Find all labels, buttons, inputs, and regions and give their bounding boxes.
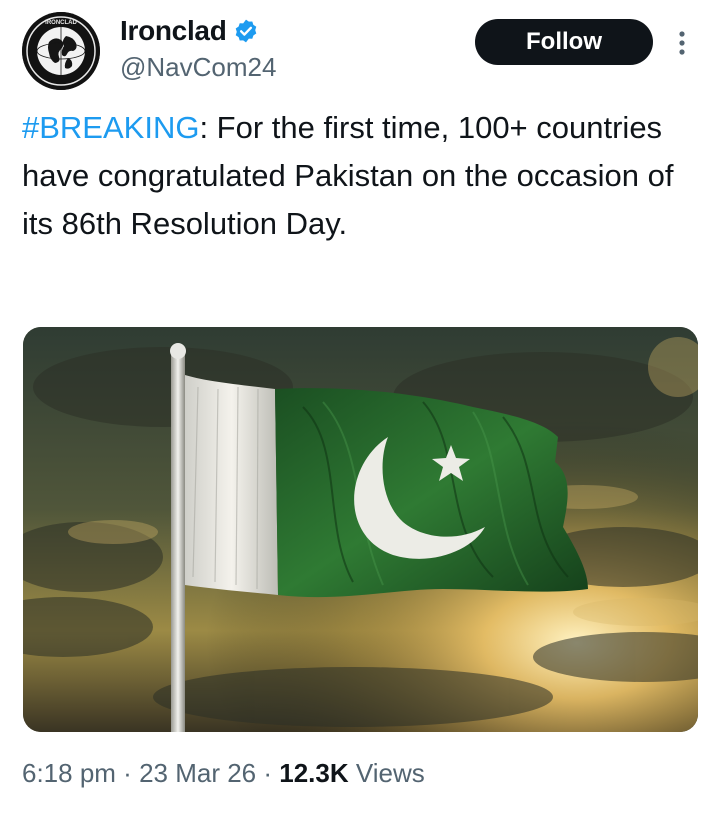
views-label: Views (348, 758, 425, 788)
tweet-date[interactable]: 23 Mar 26 (139, 758, 256, 788)
avatar[interactable]: IRONCLAD (22, 12, 100, 90)
views-count[interactable]: 12.3K (279, 758, 348, 788)
tweet-header: IRONCLAD Ironclad @NavCom24 Follow (22, 12, 698, 92)
display-name[interactable]: Ironclad (120, 15, 227, 47)
tweet-media[interactable] (23, 327, 698, 732)
meta-separator: · (115, 758, 140, 788)
avatar-text: IRONCLAD (45, 20, 77, 26)
follow-button[interactable]: Follow (475, 19, 653, 65)
pakistan-flag-image (23, 327, 698, 732)
tweet-text: #BREAKING: For the first time, 100+ coun… (22, 104, 698, 248)
more-vertical-icon[interactable] (670, 26, 694, 60)
globe-emblem-icon: IRONCLAD (22, 12, 100, 90)
verified-badge-icon[interactable] (233, 18, 259, 44)
tweet-time[interactable]: 6:18 pm (22, 758, 116, 788)
display-name-row: Ironclad (120, 15, 259, 47)
user-handle[interactable]: @NavCom24 (120, 52, 276, 83)
meta-separator: · (256, 758, 280, 788)
hashtag-link[interactable]: #BREAKING (22, 110, 199, 145)
tweet-meta: 6:18 pm · 23 Mar 26 · 12.3K Views (22, 758, 425, 789)
